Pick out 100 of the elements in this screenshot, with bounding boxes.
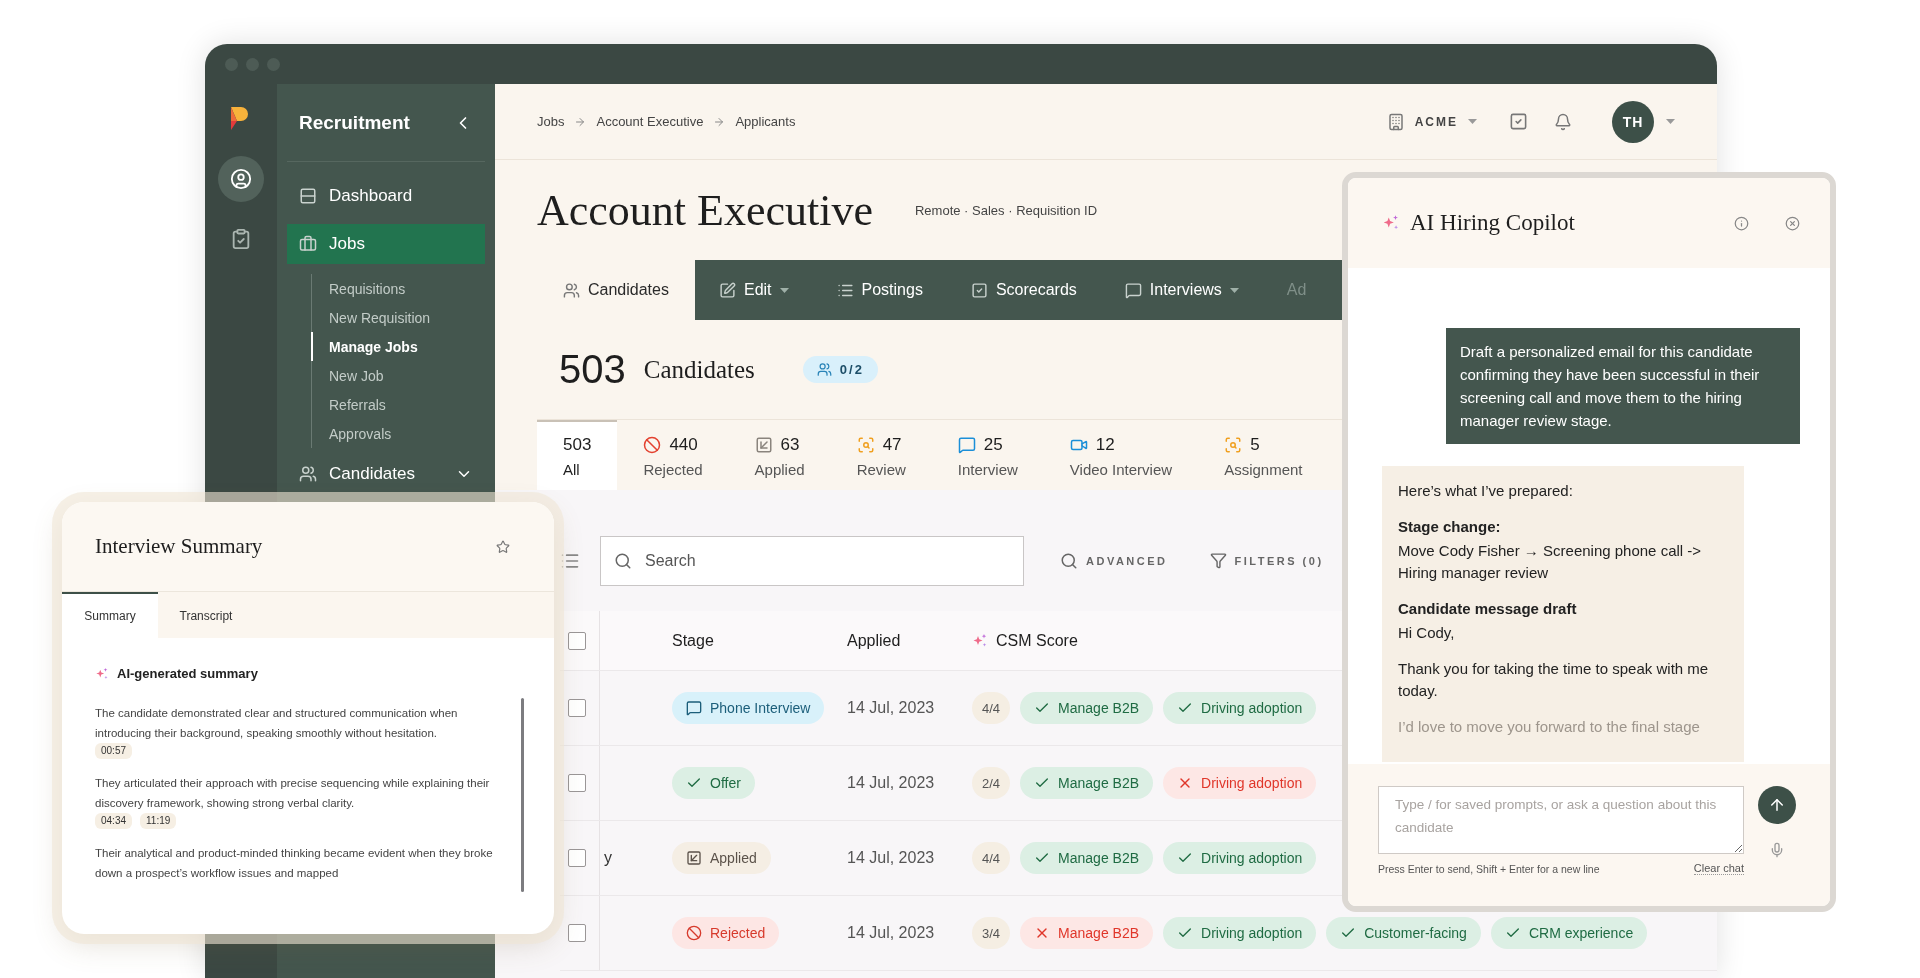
- skill-tag: Manage B2B: [1020, 692, 1154, 724]
- sidebar-item[interactable]: Jobs: [287, 224, 485, 264]
- message-text: Here’s what I’ve prepared:: [1398, 481, 1574, 501]
- score-tag: 3/4: [972, 917, 1011, 949]
- row-checkbox[interactable]: [568, 849, 586, 867]
- arrow-square-icon: [686, 850, 702, 866]
- row-checkbox[interactable]: [568, 924, 586, 942]
- building-icon: [1386, 112, 1405, 131]
- sidebar-subitem[interactable]: New Requisition: [311, 303, 485, 332]
- breadcrumb-link[interactable]: Jobs: [537, 114, 565, 129]
- summary-paragraph: Their analytical and product-minded thinking became evident when they broke down a prospect’s workflow issues and mapped: [95, 846, 494, 881]
- ban-icon: [686, 925, 702, 941]
- stage-filter[interactable]: 47 Review: [830, 420, 932, 490]
- team-badge: 0/2: [802, 356, 878, 383]
- row-checkbox[interactable]: [568, 774, 586, 792]
- message-text: Hi Cody,: [1398, 623, 1456, 643]
- message-heading: Stage change:: [1398, 517, 1502, 537]
- star-icon: [496, 539, 510, 554]
- summary-paragraph: They articulated their approach with precise sequencing while explaining their discovery framework, showing strong verbal clarity.: [95, 776, 491, 811]
- caret-icon: [1666, 119, 1675, 124]
- skill-tag: Driving adoption: [1163, 917, 1317, 949]
- skill-tag: Customer-facing: [1326, 917, 1481, 949]
- stage-filter[interactable]: 503 All: [537, 420, 618, 490]
- panel-tab[interactable]: Transcript: [158, 592, 254, 638]
- sidebar-subitem[interactable]: New Job: [311, 361, 485, 390]
- score-tag: 2/4: [972, 767, 1011, 799]
- stage-filter[interactable]: 25 Interview: [931, 420, 1044, 490]
- scrollbar[interactable]: [521, 698, 524, 892]
- stage-filter[interactable]: 5 Assignment: [1198, 420, 1329, 490]
- timestamp-tag[interactable]: 04:34: [95, 813, 133, 829]
- notifications-button[interactable]: [1554, 112, 1572, 131]
- search-field[interactable]: Search: [600, 535, 1024, 586]
- column-header[interactable]: Applied: [847, 631, 901, 649]
- sidebar-subitem[interactable]: Requisitions: [311, 274, 485, 303]
- sidebar-subitem[interactable]: Manage Jobs: [311, 332, 485, 361]
- profile-icon[interactable]: [218, 156, 264, 202]
- star-button[interactable]: [496, 539, 510, 554]
- job-tab[interactable]: Edit: [694, 260, 813, 320]
- copilot-title: AI Hiring Copilot: [1410, 210, 1576, 236]
- job-meta: Remote · Sales · Requisition ID: [915, 202, 1098, 218]
- filters-button[interactable]: FILTERS (0): [1203, 551, 1330, 570]
- sidebar-item[interactable]: Dashboard: [287, 176, 485, 216]
- sidebar-item[interactable]: Candidates: [287, 454, 485, 494]
- skill-tag: CRM experience: [1490, 917, 1648, 949]
- select-all-checkbox[interactable]: [568, 631, 586, 650]
- job-tab[interactable]: Scorecards: [946, 260, 1101, 320]
- message-text: Move Cody Fisher → Screening phone call -> Hiring manager review: [1398, 541, 1703, 583]
- job-tab[interactable]: Interviews: [1100, 260, 1263, 320]
- arrow-icon: [574, 115, 587, 128]
- skill-tag: Driving adoption: [1163, 692, 1317, 724]
- job-tab[interactable]: Candidates: [537, 260, 695, 320]
- column-header[interactable]: Stage: [672, 631, 714, 650]
- candidate-count: 503: [559, 347, 626, 392]
- chat-icon: [1124, 281, 1142, 299]
- skill-tag: Manage B2B: [1020, 842, 1154, 874]
- breadcrumb-link[interactable]: Applicants: [735, 114, 796, 129]
- org-switcher[interactable]: ACME: [1380, 111, 1483, 132]
- timestamp-tag[interactable]: 00:57: [95, 743, 133, 759]
- briefcase-icon: [299, 235, 317, 253]
- info-button[interactable]: [1734, 215, 1749, 231]
- column-header[interactable]: CSM Score: [962, 631, 1078, 650]
- breadcrumb-link[interactable]: Account Executive: [596, 114, 704, 129]
- bell-icon: [1554, 112, 1572, 131]
- input-hint: Press Enter to send, Shift + Enter for a new line: [1378, 862, 1600, 875]
- summary-heading: AI-generated summary: [117, 666, 258, 681]
- stage-filter[interactable]: 63 Applied: [728, 420, 831, 490]
- prompt-input[interactable]: Type / for saved prompts, or ask a question about this candidate: [1378, 786, 1744, 854]
- chat-icon: [686, 700, 702, 716]
- timestamp-tag[interactable]: 11:19: [140, 813, 177, 829]
- advanced-search-button[interactable]: ADVANCED: [1054, 550, 1174, 571]
- skill-tag: Manage B2B: [1020, 917, 1154, 949]
- stage-filter[interactable]: 440 Rejected: [617, 420, 729, 490]
- sidebar-subitem[interactable]: Approvals: [311, 419, 485, 448]
- stage-tag: Rejected: [672, 917, 780, 949]
- candidates-label: Candidates: [643, 355, 755, 384]
- microphone-icon: [1769, 842, 1785, 858]
- stage-filter[interactable]: 12 Video Interview: [1043, 420, 1199, 490]
- row-checkbox[interactable]: [568, 699, 586, 717]
- microphone-button[interactable]: [1769, 842, 1785, 858]
- summary-paragraph: The candidate demonstrated clear and structured communication when introducing their background, speaking smoothly without hesitation.: [95, 706, 459, 741]
- close-button[interactable]: [1785, 215, 1800, 231]
- user-avatar[interactable]: TH: [1612, 100, 1654, 143]
- caret-icon: [1468, 119, 1477, 124]
- tasks-button[interactable]: [1509, 112, 1528, 131]
- table-cell: 14 Jul, 2023: [847, 774, 935, 791]
- send-button[interactable]: [1758, 786, 1796, 824]
- table-cell: 14 Jul, 2023: [847, 849, 935, 866]
- table-cell: 14 Jul, 2023: [847, 699, 935, 716]
- message-text: I’d love to move you forward to the final stage: [1398, 717, 1701, 737]
- panel-tab[interactable]: Summary: [62, 592, 158, 638]
- sidebar-subitem[interactable]: Referrals: [311, 390, 485, 419]
- clear-chat-link[interactable]: Clear chat: [1693, 862, 1744, 875]
- job-tab[interactable]: Postings: [812, 260, 947, 320]
- ban-icon: [643, 435, 662, 454]
- stage-tag: Phone Interview: [672, 692, 825, 724]
- checkbox-icon: [970, 281, 988, 299]
- arrow-square-icon: [754, 435, 773, 454]
- users-icon: [299, 465, 317, 483]
- sparkle-icon: [95, 666, 109, 681]
- arrow-icon: [713, 115, 726, 128]
